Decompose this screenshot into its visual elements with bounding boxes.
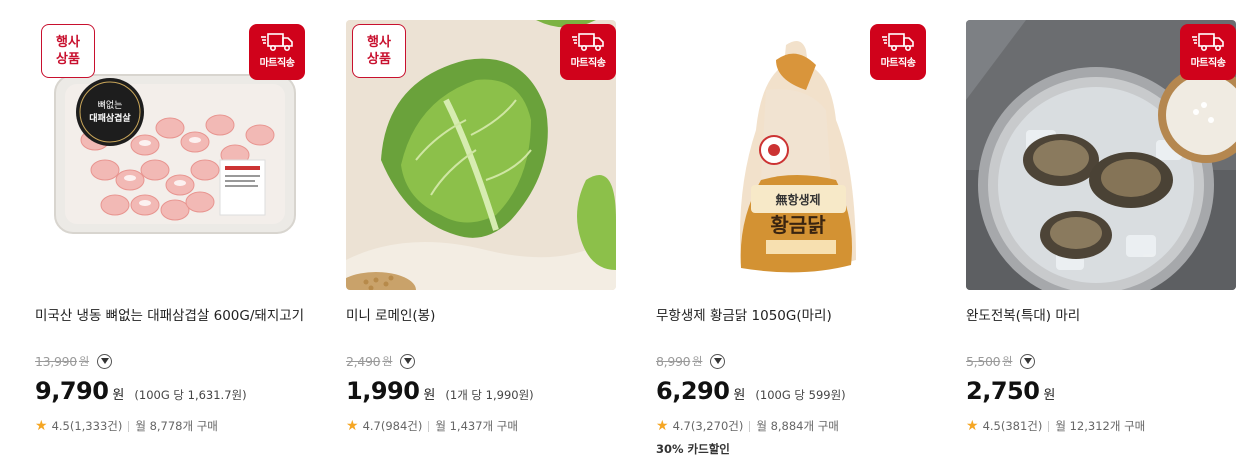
delivery-truck-icon xyxy=(261,33,293,52)
original-price: 2,490 xyxy=(346,353,381,369)
rating-text: 4.7(984건) xyxy=(362,419,423,433)
divider xyxy=(1048,420,1050,432)
unit-price: (100G 당 1,631.7원) xyxy=(134,388,247,402)
mart-delivery-badge: 마트직송 xyxy=(560,24,616,80)
product-card[interactable]: 행사 상품 마트직송 미니 로메인(봉) 2,490 원 1,990 원 (1개… xyxy=(346,20,616,460)
divider xyxy=(128,420,130,432)
price-currency: 원 xyxy=(423,388,436,403)
price-row: 6,290 원 (100G 당 599원) xyxy=(656,377,846,405)
package-label-line2: 대패삼겹살 xyxy=(89,112,131,124)
unit-price: (100G 당 599원) xyxy=(755,388,846,402)
price-row: 1,990 원 (1개 당 1,990원) xyxy=(346,377,534,405)
rating-text: 4.5(381건) xyxy=(982,419,1043,433)
monthly-purchases: 월 8,884개 구매 xyxy=(756,419,839,433)
product-card[interactable]: 無항생제 황금닭 마트직송 무항생제 황금닭 1050G(마리) 8,990 원… xyxy=(656,20,926,460)
rating-row: ★ 4.7(984건) 월 1,437개 구매 xyxy=(346,418,518,434)
product-card[interactable]: 뼈없는 대패삼겹살 행사 상품 마트직송 미국산 냉동 뼈없는 대패삼겹살 60… xyxy=(35,20,305,460)
event-badge-line2: 상품 xyxy=(56,52,80,67)
original-price-row: 2,490 원 xyxy=(346,353,416,369)
original-price: 5,500 xyxy=(966,353,1001,369)
mart-delivery-badge: 마트직송 xyxy=(870,24,926,80)
rating-row: ★ 4.5(1,333건) 월 8,778개 구매 xyxy=(35,418,218,434)
original-price-row: 8,990 원 xyxy=(656,353,726,369)
mart-delivery-badge: 마트직송 xyxy=(1180,24,1236,80)
price-currency: 원 xyxy=(733,388,746,403)
price-row: 9,790 원 (100G 당 1,631.7원) xyxy=(35,377,247,405)
package-label-line1: 無항생제 xyxy=(775,192,820,207)
product-name[interactable]: 완도전복(특대) 마리 xyxy=(966,306,1236,327)
star-icon: ★ xyxy=(656,418,669,434)
sale-price: 6,290 xyxy=(656,377,730,405)
product-name[interactable]: 무항생제 황금닭 1050G(마리) xyxy=(656,306,926,327)
mart-delivery-label: 마트직송 xyxy=(880,58,916,69)
original-price-unit: 원 xyxy=(692,355,703,368)
chevron-down-icon[interactable] xyxy=(710,353,726,369)
chevron-down-icon[interactable] xyxy=(97,353,113,369)
mart-delivery-label: 마트직송 xyxy=(570,58,606,69)
event-product-badge: 행사 상품 xyxy=(41,24,95,78)
mart-delivery-label: 마트직송 xyxy=(1190,58,1226,69)
sale-price: 9,790 xyxy=(35,377,109,405)
unit-price: (1개 당 1,990원) xyxy=(445,388,534,402)
original-price: 8,990 xyxy=(656,353,691,369)
mart-delivery-label: 마트직송 xyxy=(259,58,295,69)
original-price-row: 13,990 원 xyxy=(35,353,113,369)
event-badge-line1: 행사 xyxy=(56,35,80,50)
sale-price: 1,990 xyxy=(346,377,420,405)
chevron-down-icon[interactable] xyxy=(1020,353,1036,369)
rating-row: ★ 4.7(3,270건) 월 8,884개 구매 xyxy=(656,418,839,434)
mart-delivery-badge: 마트직송 xyxy=(249,24,305,80)
original-price-unit: 원 xyxy=(1002,355,1013,368)
monthly-purchases: 월 8,778개 구매 xyxy=(135,419,218,433)
delivery-truck-icon xyxy=(882,33,914,52)
original-price-unit: 원 xyxy=(382,355,393,368)
event-badge-line1: 행사 xyxy=(367,35,391,50)
sale-price: 2,750 xyxy=(966,377,1040,405)
star-icon: ★ xyxy=(35,418,48,434)
original-price: 13,990 xyxy=(35,353,77,369)
package-label-line2: 황금닭 xyxy=(770,213,826,237)
event-product-badge: 행사 상품 xyxy=(352,24,406,78)
rating-row: ★ 4.5(381건) 월 12,312개 구매 xyxy=(966,418,1145,434)
product-card[interactable]: 마트직송 완도전복(특대) 마리 5,500 원 2,750 원 ★ 4.5(3… xyxy=(966,20,1236,460)
monthly-purchases: 월 12,312개 구매 xyxy=(1055,419,1146,433)
delivery-truck-icon xyxy=(1192,33,1224,52)
product-name[interactable]: 미국산 냉동 뼈없는 대패삼겹살 600G/돼지고기 xyxy=(35,306,305,327)
original-price-unit: 원 xyxy=(78,355,90,368)
monthly-purchases: 월 1,437개 구매 xyxy=(435,419,518,433)
rating-text: 4.7(3,270건) xyxy=(672,419,744,433)
product-name[interactable]: 미니 로메인(봉) xyxy=(346,306,616,327)
star-icon: ★ xyxy=(966,418,979,434)
delivery-truck-icon xyxy=(572,33,604,52)
package-label-line1: 뼈없는 xyxy=(98,99,123,111)
divider xyxy=(428,420,430,432)
star-icon: ★ xyxy=(346,418,359,434)
price-currency: 원 xyxy=(1043,388,1056,403)
price-currency: 원 xyxy=(112,388,125,403)
original-price-row: 5,500 원 xyxy=(966,353,1036,369)
divider xyxy=(749,420,751,432)
event-badge-line2: 상품 xyxy=(367,52,391,67)
rating-text: 4.5(1,333건) xyxy=(51,419,123,433)
chevron-down-icon[interactable] xyxy=(400,353,416,369)
price-row: 2,750 원 xyxy=(966,377,1055,405)
card-discount-label: 30% 카드할인 xyxy=(656,442,730,456)
